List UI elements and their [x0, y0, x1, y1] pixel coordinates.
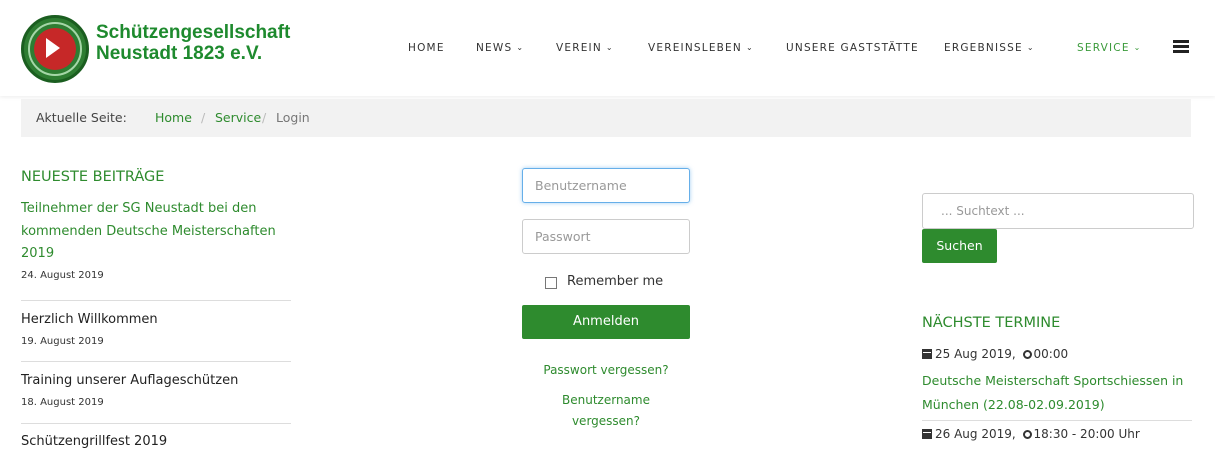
hamburger-menu-icon[interactable]	[1173, 40, 1189, 53]
chevron-down-icon: ⌄	[1133, 43, 1142, 52]
calendar-icon	[922, 429, 932, 439]
hamburger-bar	[1173, 45, 1189, 48]
search-button[interactable]: Suchen	[922, 229, 997, 263]
main-nav: HOME NEWS ⌄ VEREIN ⌄ VEREINSLEBEN ⌄ UNSERE …	[0, 42, 1215, 58]
nav-item-news[interactable]: NEWS ⌄	[476, 42, 524, 54]
nav-item-gaststaette[interactable]: UNSERE GASTSTÄTTE	[786, 42, 919, 54]
nav-item-verein[interactable]: VEREIN ⌄	[556, 42, 614, 54]
username-input[interactable]: Benutzername	[522, 168, 690, 203]
search-placeholder: ... Suchtext ...	[941, 204, 1025, 218]
event-title-link[interactable]: Deutsche Meisterschaft Sportschiessen in…	[922, 369, 1192, 417]
event-divider	[922, 420, 1192, 421]
nav-item-label: NEWS	[476, 42, 513, 54]
post-title-link[interactable]: Teilnehmer der SG Neustadt bei den komme…	[21, 198, 291, 266]
list-item: Herzlich Willkommen 19. August 2019	[21, 309, 291, 347]
list-item: Teilnehmer der SG Neustadt bei den komme…	[21, 198, 291, 281]
calendar-icon	[922, 349, 932, 359]
event-date: 25 Aug 2019,	[935, 347, 1016, 361]
remember-me-label[interactable]: Remember me	[567, 274, 663, 289]
nav-item-label: SERVICE	[1077, 42, 1130, 54]
post-date: 18. August 2019	[21, 396, 104, 408]
breadcrumb-label: Aktuelle Seite:	[36, 110, 127, 125]
nav-item-label: UNSERE GASTSTÄTTE	[786, 42, 919, 54]
list-item: Training unserer Auflageschützen 18. Aug…	[21, 370, 291, 408]
post-title-link[interactable]: Training unserer Auflageschützen	[21, 370, 291, 393]
event-meta: 25 Aug 2019, 00:00	[922, 347, 1068, 361]
post-divider	[21, 423, 291, 424]
breadcrumb-item-service[interactable]: Service	[215, 110, 261, 125]
remember-me-checkbox[interactable]	[545, 277, 557, 289]
nav-item-label: HOME	[408, 42, 445, 54]
event-date: 26 Aug 2019,	[935, 427, 1016, 441]
login-button[interactable]: Anmelden	[522, 305, 690, 339]
chevron-down-icon: ⌄	[605, 43, 614, 52]
event-time: 00:00	[1033, 347, 1069, 361]
password-input[interactable]: Passwort	[522, 219, 690, 254]
nav-item-service[interactable]: SERVICE ⌄	[1077, 42, 1142, 54]
post-divider	[21, 300, 291, 301]
nav-item-vereinsleben[interactable]: VEREINSLEBEN ⌄	[648, 42, 754, 54]
nav-item-label: VEREIN	[556, 42, 602, 54]
password-placeholder: Passwort	[535, 229, 591, 244]
chevron-down-icon: ⌄	[516, 43, 525, 52]
forgot-password-link[interactable]: Passwort vergessen?	[522, 360, 690, 381]
hamburger-bar	[1173, 40, 1189, 43]
breadcrumb: Aktuelle Seite: Home / Service / Login	[21, 99, 1191, 137]
brand-line-1: Schützengesellschaft	[96, 22, 291, 43]
post-title-link[interactable]: Schützengrillfest 2019	[21, 431, 291, 454]
event-meta: 26 Aug 2019, 18:30 - 20:00 Uhr	[922, 427, 1140, 441]
breadcrumb-separator: /	[201, 110, 206, 125]
post-date: 19. August 2019	[21, 335, 104, 347]
upcoming-events-heading: NÄCHSTE TERMINE	[922, 315, 1061, 331]
chevron-down-icon: ⌄	[1026, 43, 1035, 52]
event-time: 18:30 - 20:00 Uhr	[1033, 427, 1140, 441]
breadcrumb-item-home[interactable]: Home	[155, 110, 192, 125]
nav-item-label: ERGEBNISSE	[944, 42, 1023, 54]
post-divider	[21, 361, 291, 362]
post-title-link[interactable]: Herzlich Willkommen	[21, 309, 291, 332]
post-date: 24. August 2019	[21, 269, 104, 281]
clock-icon	[1022, 430, 1032, 439]
nav-item-label: VEREINSLEBEN	[648, 42, 742, 54]
nav-item-ergebnisse[interactable]: ERGEBNISSE ⌄	[944, 42, 1035, 54]
breadcrumb-separator: /	[262, 110, 267, 125]
chevron-down-icon: ⌄	[745, 43, 754, 52]
nav-item-home[interactable]: HOME	[408, 42, 445, 54]
latest-posts-heading: NEUESTE BEITRÄGE	[21, 169, 165, 185]
list-item: Schützengrillfest 2019	[21, 431, 291, 454]
forgot-username-link[interactable]: Benutzername vergessen?	[550, 390, 662, 432]
hamburger-bar	[1173, 50, 1189, 53]
username-placeholder: Benutzername	[535, 178, 627, 193]
site-header: Schützengesellschaft Neustadt 1823 e.V. …	[0, 0, 1215, 96]
breadcrumb-item-current: Login	[276, 110, 310, 125]
clock-icon	[1022, 350, 1032, 359]
search-input[interactable]: ... Suchtext ...	[922, 193, 1194, 229]
